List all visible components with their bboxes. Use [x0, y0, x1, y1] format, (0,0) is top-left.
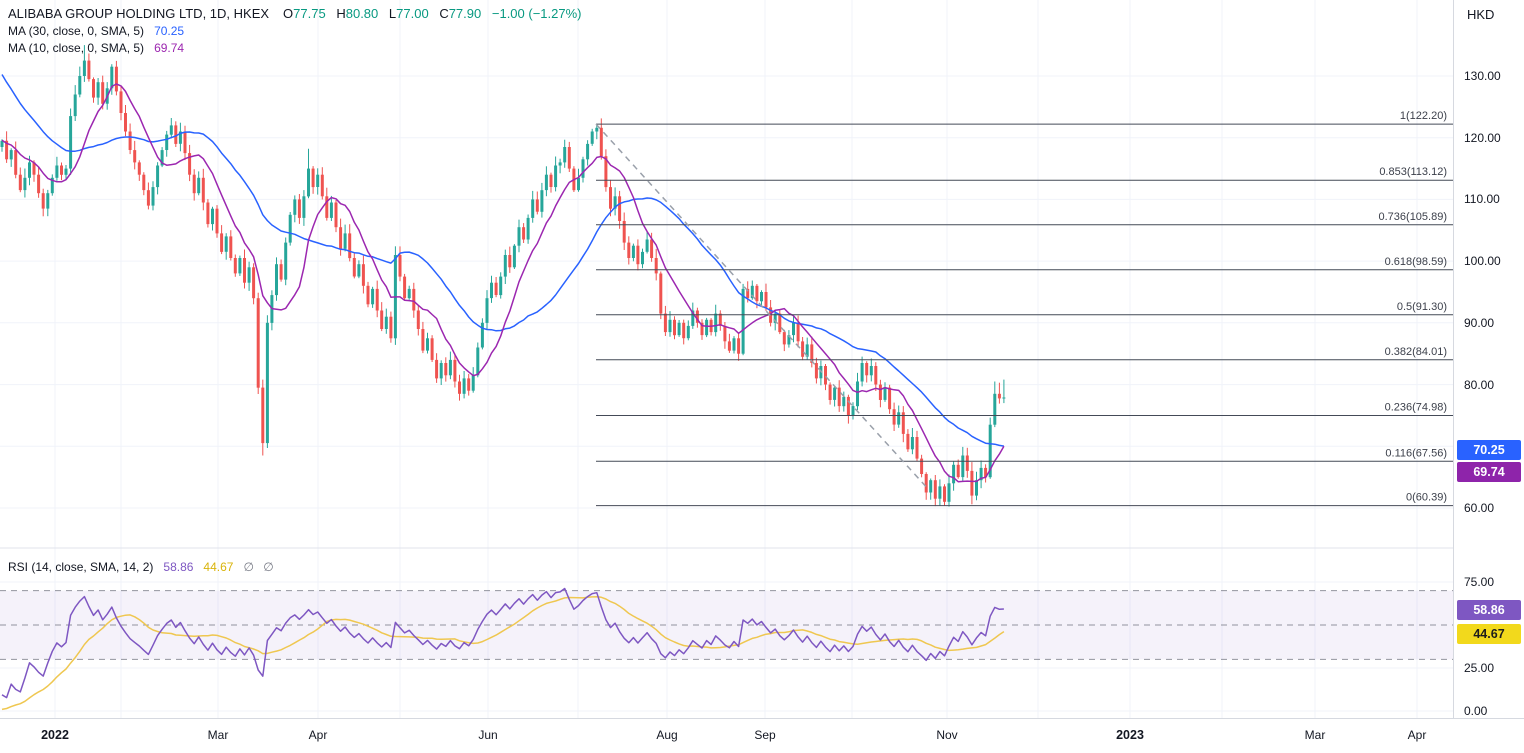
- axis-badge-69.74: 69.74: [1457, 462, 1521, 482]
- time-label-Aug: Aug: [656, 728, 678, 742]
- time-label-Jun: Jun: [478, 728, 498, 742]
- currency-label: HKD: [1467, 7, 1495, 22]
- close-label: C: [439, 6, 449, 21]
- svg-text:0.5(91.30): 0.5(91.30): [1397, 301, 1447, 313]
- rsi-legend-row[interactable]: RSI (14, close, SMA, 14, 2) 58.86 44.67 …: [8, 558, 277, 575]
- high-label: H: [336, 6, 346, 21]
- time-label-Mar: Mar: [207, 728, 229, 742]
- ma30-label: MA (30, close, 0, SMA, 5): [8, 23, 145, 38]
- rsi-label: RSI (14, close, SMA, 14, 2): [8, 559, 154, 574]
- time-label-Nov: Nov: [936, 728, 958, 742]
- price-tick-80: 80.00: [1464, 377, 1495, 392]
- low-value: 77.00: [396, 6, 429, 21]
- rsi-tick-75.00: 75.00: [1464, 575, 1495, 589]
- ma10-value: 69.74: [154, 40, 185, 55]
- price-tick-60: 60.00: [1464, 501, 1495, 515]
- ohlc-values: O77.75 H80.80 L77.00 C77.90 −1.00 (−1.27…: [283, 6, 581, 21]
- rsi-tick-0.00: 0.00: [1464, 704, 1488, 718]
- price-tick-120: 120.00: [1464, 130, 1501, 145]
- axis-badge-58.86: 58.86: [1457, 600, 1521, 620]
- svg-text:0.236(74.98): 0.236(74.98): [1385, 402, 1447, 414]
- open-label: O: [283, 6, 294, 21]
- close-value: 77.90: [448, 6, 482, 21]
- svg-text:0.736(105.89): 0.736(105.89): [1379, 211, 1448, 223]
- rsi-value: 58.86: [163, 559, 194, 574]
- time-label-Sep: Sep: [754, 728, 776, 742]
- main-legend: ALIBABA GROUP HOLDING LTD, 1D, HKEX O77.…: [8, 5, 582, 56]
- rsi-extra: ∅ ∅: [243, 559, 277, 574]
- svg-text:0.853(113.12): 0.853(113.12): [1379, 166, 1447, 178]
- svg-text:0.618(98.59): 0.618(98.59): [1385, 256, 1447, 268]
- time-label-2022: 2022: [41, 728, 69, 742]
- ma10-label: MA (10, close, 0, SMA, 5): [8, 40, 145, 55]
- open-value: 77.75: [293, 6, 326, 21]
- trendline[interactable]: [595, 123, 929, 490]
- change-value: −1.00 (−1.27%): [491, 6, 582, 21]
- price-tick-110: 110.00: [1464, 192, 1500, 207]
- ma30-legend-row[interactable]: MA (30, close, 0, SMA, 5) 70.25: [8, 22, 582, 39]
- rsi-tick-25.00: 25.00: [1464, 661, 1495, 675]
- svg-text:0.116(67.56): 0.116(67.56): [1385, 447, 1447, 459]
- ma10-legend-row[interactable]: MA (10, close, 0, SMA, 5) 69.74: [8, 39, 582, 56]
- axis-badge-70.25: 70.25: [1457, 440, 1521, 460]
- symbol-title: ALIBABA GROUP HOLDING LTD, 1D, HKEX: [8, 6, 270, 21]
- chart-window: 1(122.20) 0.853(113.12) 0.736(105.89) 0.618…: [0, 0, 1524, 753]
- time-label-Apr: Apr: [1407, 728, 1427, 742]
- ma10-line[interactable]: [1, 83, 1005, 483]
- time-label-2023: 2023: [1116, 728, 1144, 742]
- symbol-legend-row[interactable]: ALIBABA GROUP HOLDING LTD, 1D, HKEX O77.…: [8, 5, 582, 22]
- price-tick-130: 130.00: [1464, 69, 1501, 83]
- time-label-Apr: Apr: [308, 728, 328, 742]
- svg-text:1(122.20): 1(122.20): [1400, 110, 1447, 122]
- price-tick-90: 90.00: [1464, 315, 1495, 330]
- rsi-ma-value: 44.67: [203, 559, 234, 574]
- time-scale[interactable]: 2022 Mar Apr Jun Aug Sep Nov 2023 Mar Apr: [0, 718, 1524, 753]
- svg-text:0(60.39): 0(60.39): [1406, 492, 1447, 504]
- price-tick-100: 100.00: [1464, 254, 1501, 269]
- price-chart-canvas[interactable]: 1(122.20) 0.853(113.12) 0.736(105.89) 0.618…: [0, 0, 1453, 718]
- time-label-Mar: Mar: [1304, 728, 1326, 742]
- svg-text:0.382(84.01): 0.382(84.01): [1385, 346, 1447, 358]
- candles-layer[interactable]: [0, 45, 1006, 507]
- high-value: 80.80: [345, 6, 379, 21]
- axis-badge-44.67: 44.67: [1457, 624, 1521, 644]
- price-scale[interactable]: HKD 130.00 120.00 110.00 100.00 90.00 80.00 60…: [1453, 0, 1524, 718]
- ma30-value: 70.25: [154, 23, 185, 38]
